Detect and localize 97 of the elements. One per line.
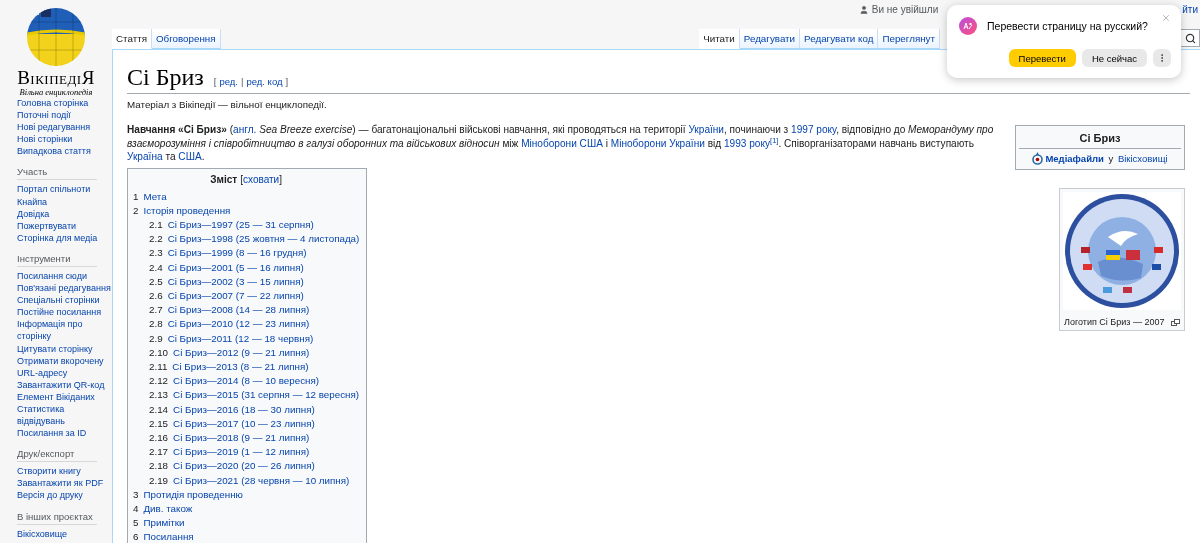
toc-link[interactable]: 2.11 Сі Бриз—2013 (8 — 21 липня) <box>133 359 360 375</box>
text-link[interactable]: України <box>688 124 724 135</box>
toc-link[interactable]: 2.12 Сі Бриз—2014 (8 — 10 вересня) <box>133 374 360 389</box>
separator: | <box>240 76 244 87</box>
text-link[interactable]: Міноборони України <box>610 137 705 149</box>
text-link[interactable]: Україна <box>127 151 163 162</box>
sidebar-link[interactable]: Елемент Вікіданих <box>17 390 112 403</box>
namespace-tab[interactable]: Стаття <box>112 29 152 49</box>
sidebar-link[interactable]: Спеціальні сторінки <box>17 294 112 307</box>
text-link[interactable]: Міноборони США <box>521 137 603 149</box>
media-link[interactable]: Медіафайли <box>1045 153 1104 164</box>
sidebar-link[interactable]: Цитувати сторінку <box>17 342 112 355</box>
toc-link[interactable]: 2.10 Сі Бриз—2012 (9 — 21 липня) <box>133 345 360 360</box>
toc-link[interactable]: 6 Посилання <box>133 530 360 543</box>
bracket: ] <box>279 173 282 185</box>
toc-link[interactable]: 2.16 Сі Бриз—2018 (9 — 21 липня) <box>133 430 360 446</box>
sidebar-heading: В інших проєктах <box>17 510 97 525</box>
close-button[interactable] <box>1161 13 1171 23</box>
view-tab[interactable]: Переглянут <box>878 29 940 49</box>
close-icon <box>1161 13 1171 23</box>
toc-link[interactable]: 2.6 Сі Бриз—2007 (7 — 22 липня) <box>133 288 360 304</box>
sidebar-link[interactable]: Пов'язані редагування <box>17 282 112 295</box>
toc-link[interactable]: 2.8 Сі Бриз—2010 (12 — 23 липня) <box>133 317 360 332</box>
edit-link[interactable]: ред. код <box>246 76 283 87</box>
login-link[interactable]: йти <box>1182 4 1198 15</box>
toc-link[interactable]: 2.2 Сі Бриз—1998 (25 жовтня — 4 листопада) <box>133 232 360 247</box>
search-icon <box>1185 32 1196 44</box>
toc-link[interactable]: 2.14 Сі Бриз—2016 (18 — 30 липня) <box>133 402 360 417</box>
sidebar-link[interactable]: Завантажити QR-код <box>17 378 112 391</box>
wordmark: ВікіпедіЯ <box>17 69 95 87</box>
sidebar-link[interactable]: Отримати вкорочену URL-адресу <box>17 354 112 379</box>
dismiss-button[interactable]: Не сейчас <box>1081 49 1147 67</box>
sidebar-link[interactable]: Сторінка для медіа <box>17 231 112 244</box>
user-icon <box>858 4 869 15</box>
sidebar-link[interactable]: Посилання сюди <box>17 269 112 283</box>
edit-link[interactable]: ред. <box>219 76 238 87</box>
sidebar-link[interactable]: Статистика відвідувань <box>17 402 112 428</box>
toc-link[interactable]: 2.17 Сі Бриз—2019 (1 — 12 липня) <box>133 445 360 460</box>
login-status: Ви не увійшли <box>858 4 939 15</box>
sidebar-link[interactable]: Постійне посилання <box>17 306 112 319</box>
sidebar-link[interactable]: Нові сторінки <box>17 133 112 146</box>
view-tab[interactable]: Читати <box>699 29 740 49</box>
intro-paragraph: Навчання «Сі Бриз» (англ. Sea Breeze exercise) — багатонаціональні військові навчання, які проводяться на території України, починаючи з 1997 року, відповідно до Меморандуму про взаєморозуміння і співробітництво в галузі оборонних та військових відносин між Міноборони США і Міноборони України від 1993 року$^{[1]}$. Співорганізаторами навчань виступають Україна та США. <box>127 123 995 164</box>
sidebar-link[interactable]: Головна сторінка <box>17 97 112 110</box>
sidebar-link[interactable]: Інформація про сторінку <box>17 318 112 343</box>
bracket: [ <box>213 76 217 87</box>
site-subtitle: Матеріал з Вікіпедії — вільної енциклопедії. <box>127 99 328 110</box>
sidebar-link[interactable]: Довідка <box>17 207 112 220</box>
toc-link[interactable]: 5 Примітки <box>133 516 360 531</box>
sidebar-link[interactable]: Створити книгу <box>17 465 112 478</box>
view-tab[interactable]: Редагувати <box>739 29 801 49</box>
translate-question: Перевести страницу на русский? <box>987 20 1149 32</box>
sidebar-link[interactable]: Кнайпа <box>17 195 112 208</box>
infobox-title: Сі Бриз <box>1019 129 1181 149</box>
tagline: Вільна енциклопедія <box>19 87 93 97</box>
sidebar-link[interactable]: Вікісховище <box>17 527 112 540</box>
toc-link[interactable]: 4 Див. також <box>133 501 360 517</box>
toc-link[interactable]: 2.1 Сі Бриз—1997 (25 — 31 серпня) <box>133 217 360 233</box>
toc-link[interactable]: 2.4 Сі Бриз—2001 (5 — 16 липня) <box>133 260 360 275</box>
commons-icon <box>1032 152 1044 165</box>
sidebar-link[interactable]: Посилання за ID <box>17 427 112 440</box>
sidebar-link[interactable]: Пожертвувати <box>17 219 112 232</box>
media-text: у <box>1107 153 1115 164</box>
sidebar-link[interactable]: Версія до друку <box>17 489 112 502</box>
toc-link[interactable]: 2.13 Сі Бриз—2015 (31 серпня — 12 вересня) <box>133 388 360 403</box>
namespace-tab[interactable]: Обговорення <box>151 29 221 49</box>
toc-link[interactable]: 2.19 Сі Бриз—2021 (28 червня — 10 липня) <box>133 473 360 488</box>
bracket: [ <box>240 173 244 185</box>
more-button[interactable] <box>1153 49 1171 67</box>
toc-link[interactable]: 2.7 Сі Бриз—2008 (14 — 28 липня) <box>133 303 360 318</box>
toc-link[interactable]: 2.5 Сі Бриз—2002 (3 — 15 липня) <box>133 274 360 289</box>
sidebar-link[interactable]: Нові редагування <box>17 121 112 134</box>
sidebar-heading: Участь <box>17 166 97 181</box>
toc-title: Зміст <box>210 173 238 185</box>
toc-link[interactable]: 1 Мета <box>133 189 360 204</box>
toc-link[interactable]: 2.15 Сі Бриз—2017 (10 — 23 липня) <box>133 416 360 431</box>
media-link[interactable]: Вікісховищі <box>1117 153 1168 164</box>
translate-button[interactable]: Перевести <box>1008 49 1076 67</box>
toc-link[interactable]: 3 Протидія проведенню <box>133 487 360 502</box>
sidebar-heading: Друк/експорт <box>17 448 97 463</box>
text-link[interactable]: США <box>178 151 202 162</box>
thumbnail-caption: Логотип Сі Бриз — 2007 <box>1064 317 1165 327</box>
sidebar-link[interactable]: Поточні події <box>17 109 112 122</box>
translate-icon <box>959 17 977 35</box>
enlarge-icon[interactable] <box>1171 318 1180 326</box>
sidebar-link[interactable]: Випадкова стаття <box>17 145 112 158</box>
sidebar-link[interactable]: Завантажити як PDF <box>17 477 112 490</box>
sidebar-link[interactable]: Портал спільноти <box>17 183 112 196</box>
toc-link[interactable]: 2.18 Сі Бриз—2020 (20 — 26 липня) <box>133 459 360 474</box>
view-tab[interactable]: Редагувати код <box>800 29 879 49</box>
sidebar-heading: Інструменти <box>17 252 97 267</box>
toc-link[interactable]: 2.3 Сі Бриз—1999 (8 — 16 грудня) <box>133 246 360 261</box>
text-link[interactable]: англ. <box>233 124 257 135</box>
bracket: ] <box>285 76 289 87</box>
page-title: Сі Бриз <box>127 63 204 92</box>
toc-link[interactable]: 2.9 Сі Бриз—2011 (12 — 18 червня) <box>133 331 360 346</box>
toc-link[interactable]: 2 Історія проведення <box>133 203 360 218</box>
